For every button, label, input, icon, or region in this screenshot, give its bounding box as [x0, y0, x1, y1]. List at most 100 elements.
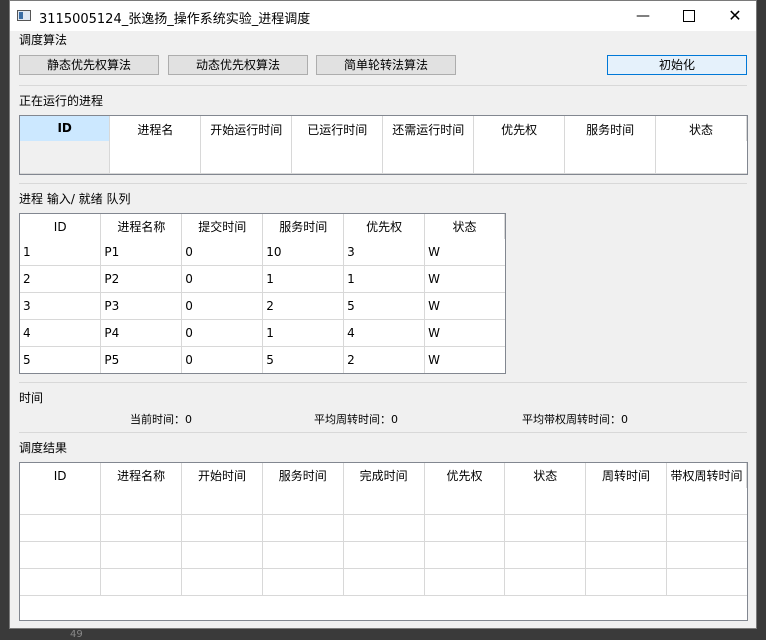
table-cell[interactable]: [20, 141, 111, 174]
table-cell[interactable]: 4: [20, 319, 102, 347]
table-cell[interactable]: [564, 141, 657, 174]
table-cell[interactable]: [473, 141, 566, 174]
table-cell[interactable]: W: [424, 319, 505, 347]
column-header[interactable]: 优先权: [424, 463, 506, 488]
table-cell[interactable]: 10: [262, 239, 345, 266]
table-cell[interactable]: [504, 568, 587, 596]
column-header[interactable]: 已运行时间: [291, 116, 384, 141]
table-row[interactable]: 2 P2 0 1 1 W: [20, 265, 505, 293]
table-cell[interactable]: 0: [181, 239, 264, 266]
table-cell[interactable]: [20, 568, 102, 596]
column-header[interactable]: 优先权: [473, 116, 566, 141]
column-header[interactable]: 开始运行时间: [200, 116, 293, 141]
table-cell[interactable]: [655, 141, 747, 174]
maximize-button[interactable]: [666, 1, 712, 31]
table-cell[interactable]: [20, 488, 102, 515]
running-table[interactable]: ID 进程名 开始运行时间 已运行时间 还需运行时间 优先权 服务时间 状态: [19, 115, 748, 175]
minimize-button[interactable]: —: [620, 1, 666, 31]
table-cell[interactable]: [424, 514, 506, 542]
column-header[interactable]: 服务时间: [262, 214, 345, 239]
table-cell[interactable]: [181, 568, 263, 596]
table-row[interactable]: 5 P5 0 5 2 W: [20, 346, 505, 373]
table-cell[interactable]: 5: [343, 292, 426, 320]
table-cell[interactable]: 1: [262, 319, 345, 347]
table-cell[interactable]: W: [424, 292, 505, 320]
column-header[interactable]: 完成时间: [343, 463, 425, 488]
table-cell[interactable]: [343, 568, 425, 596]
queue-table[interactable]: ID 进程名称 提交时间 服务时间 优先权 状态 1 P1 0 10 3 W 2…: [19, 213, 506, 374]
table-cell[interactable]: 0: [181, 292, 264, 320]
table-row[interactable]: [20, 541, 747, 569]
column-header[interactable]: 服务时间: [262, 463, 344, 488]
table-cell[interactable]: [200, 141, 293, 174]
table-cell[interactable]: [262, 568, 344, 596]
table-cell[interactable]: P5: [100, 346, 183, 373]
table-cell[interactable]: [424, 568, 506, 596]
table-cell[interactable]: 1: [262, 265, 345, 293]
dynamic-priority-button[interactable]: 动态优先权算法: [168, 55, 308, 75]
table-cell[interactable]: [343, 541, 425, 569]
table-cell[interactable]: 0: [181, 265, 264, 293]
table-cell[interactable]: [424, 541, 506, 569]
table-cell[interactable]: [504, 541, 587, 569]
table-row[interactable]: [20, 568, 747, 596]
table-row[interactable]: 3 P3 0 2 5 W: [20, 292, 505, 320]
column-header[interactable]: 提交时间: [181, 214, 264, 239]
column-header[interactable]: 状态: [424, 214, 505, 239]
table-cell[interactable]: [504, 514, 587, 542]
column-header[interactable]: 进程名称: [100, 214, 183, 239]
table-row[interactable]: [20, 488, 747, 515]
table-cell[interactable]: [262, 541, 344, 569]
table-row[interactable]: [20, 141, 747, 174]
table-row[interactable]: [20, 514, 747, 542]
table-row[interactable]: 1 P1 0 10 3 W: [20, 239, 505, 266]
table-cell[interactable]: 3: [20, 292, 102, 320]
table-cell[interactable]: [109, 141, 202, 174]
column-header[interactable]: ID: [20, 463, 102, 488]
static-priority-button[interactable]: 静态优先权算法: [19, 55, 159, 75]
table-cell[interactable]: 2: [262, 292, 345, 320]
title-bar[interactable]: 3115005124_张逸扬_操作系统实验_进程调度 — ✕: [10, 1, 756, 31]
table-cell[interactable]: [20, 541, 102, 569]
table-row[interactable]: 4 P4 0 1 4 W: [20, 319, 505, 347]
table-cell[interactable]: [181, 488, 263, 515]
table-cell[interactable]: [424, 488, 506, 515]
table-cell[interactable]: [20, 514, 102, 542]
table-cell[interactable]: [504, 488, 587, 515]
table-cell[interactable]: W: [424, 346, 505, 373]
column-header[interactable]: 进程名: [109, 116, 202, 141]
table-cell[interactable]: [262, 488, 344, 515]
table-cell[interactable]: [100, 488, 183, 515]
table-cell[interactable]: 5: [262, 346, 345, 373]
column-header[interactable]: ID: [20, 214, 102, 239]
table-cell[interactable]: 2: [343, 346, 426, 373]
table-cell[interactable]: 2: [20, 265, 102, 293]
table-cell[interactable]: [100, 514, 183, 542]
table-cell[interactable]: 0: [181, 319, 264, 347]
column-header[interactable]: ID: [20, 116, 111, 141]
table-cell[interactable]: [666, 568, 747, 596]
table-cell[interactable]: [666, 488, 747, 515]
table-cell[interactable]: P4: [100, 319, 183, 347]
column-header[interactable]: 状态: [655, 116, 747, 141]
table-cell[interactable]: [343, 488, 425, 515]
column-header[interactable]: 优先权: [343, 214, 426, 239]
table-cell[interactable]: P2: [100, 265, 183, 293]
table-cell[interactable]: 5: [20, 346, 102, 373]
table-cell[interactable]: 0: [181, 346, 264, 373]
close-button[interactable]: ✕: [712, 1, 758, 31]
column-header[interactable]: 带权周转时间: [666, 463, 747, 488]
table-cell[interactable]: [100, 568, 183, 596]
column-header[interactable]: 进程名称: [100, 463, 183, 488]
table-cell[interactable]: 4: [343, 319, 426, 347]
result-table[interactable]: ID 进程名称 开始时间 服务时间 完成时间 优先权 状态 周转时间 带权周转时…: [19, 462, 748, 621]
table-cell[interactable]: W: [424, 265, 505, 293]
table-cell[interactable]: [666, 541, 747, 569]
table-cell[interactable]: [262, 514, 344, 542]
table-cell[interactable]: [100, 541, 183, 569]
column-header[interactable]: 状态: [504, 463, 587, 488]
table-cell[interactable]: [181, 514, 263, 542]
table-cell[interactable]: [585, 514, 667, 542]
column-header[interactable]: 服务时间: [564, 116, 657, 141]
table-cell[interactable]: [343, 514, 425, 542]
